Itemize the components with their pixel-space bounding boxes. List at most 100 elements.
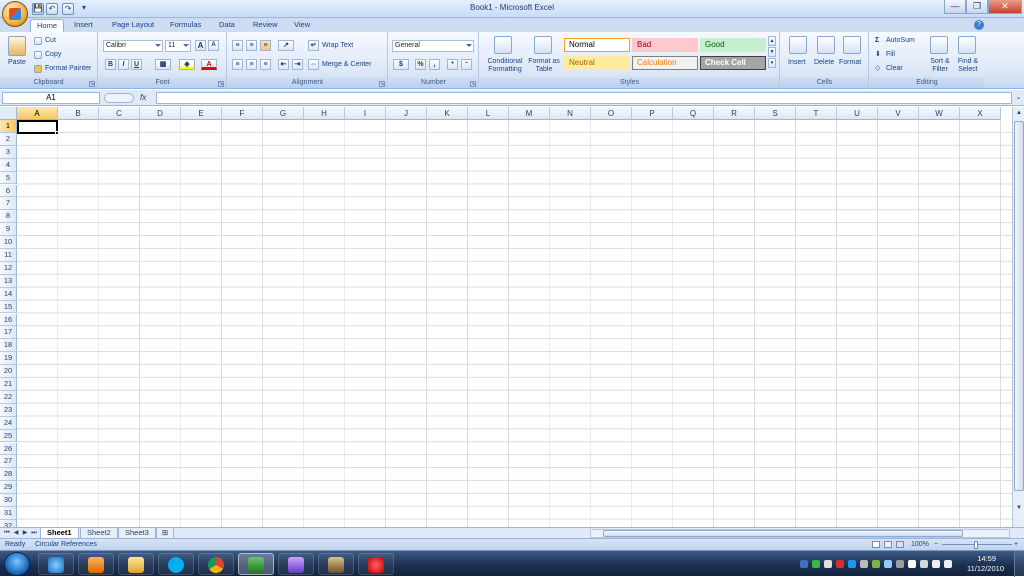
percent-button[interactable]: % — [415, 59, 426, 70]
increase-indent-icon[interactable]: ⇥ — [292, 59, 303, 70]
row-header-24[interactable]: 24 — [0, 416, 17, 430]
column-header-q[interactable]: Q — [673, 107, 714, 120]
row-header-13[interactable]: 13 — [0, 274, 17, 288]
tab-review[interactable]: Review — [247, 19, 284, 32]
style-calculation[interactable]: Calculation — [632, 56, 698, 70]
align-middle-icon[interactable]: ≡ — [246, 40, 257, 51]
column-header-r[interactable]: R — [714, 107, 755, 120]
volume-icon[interactable] — [944, 560, 952, 568]
tray-icon-8[interactable] — [884, 560, 892, 568]
row-header-7[interactable]: 7 — [0, 197, 17, 211]
column-header-f[interactable]: F — [222, 107, 263, 120]
column-header-d[interactable]: D — [140, 107, 181, 120]
row-header-30[interactable]: 30 — [0, 494, 17, 507]
font-name-select[interactable]: Calibri — [103, 40, 163, 52]
row-header-10[interactable]: 10 — [0, 236, 17, 249]
row-header-9[interactable]: 9 — [0, 223, 17, 237]
insert-button[interactable]: Insert — [788, 58, 806, 68]
redo-icon[interactable]: ↷ — [62, 3, 74, 15]
column-header-i[interactable]: I — [345, 107, 386, 120]
tab-data[interactable]: Data — [213, 19, 241, 32]
office-button[interactable] — [2, 1, 28, 27]
decrease-decimal-icon[interactable]: ⁻ — [461, 59, 472, 70]
tab-insert[interactable]: Insert — [68, 19, 99, 32]
tray-icon-9[interactable] — [896, 560, 904, 568]
grow-font-button[interactable]: A — [195, 40, 206, 51]
row-header-1[interactable]: 1 — [0, 120, 17, 133]
cut-icon[interactable] — [34, 37, 42, 45]
format-painter-icon[interactable] — [34, 65, 42, 73]
align-center-icon[interactable]: ≡ — [246, 59, 257, 70]
scroll-up-icon[interactable]: ▲ — [1014, 108, 1024, 119]
undo-icon[interactable]: ↶ — [46, 3, 58, 15]
currency-icon[interactable]: $ — [393, 59, 409, 70]
tray-icon-1[interactable] — [800, 560, 808, 568]
clear-button[interactable]: Clear — [886, 64, 903, 74]
taskbar-excel[interactable] — [238, 553, 274, 575]
tab-view[interactable]: View — [288, 19, 316, 32]
conditional-formatting-icon[interactable] — [494, 36, 512, 54]
vertical-scroll-thumb[interactable] — [1014, 121, 1024, 491]
page-layout-view-icon[interactable] — [884, 541, 892, 548]
taskbar-app-red[interactable] — [358, 553, 394, 575]
format-painter-button[interactable]: Format Painter — [45, 64, 91, 74]
row-header-31[interactable]: 31 — [0, 507, 17, 520]
find-select-button[interactable]: Find & Select — [954, 58, 982, 74]
column-header-o[interactable]: O — [591, 107, 632, 120]
normal-view-icon[interactable] — [872, 541, 880, 548]
maximize-button[interactable]: ❐ — [966, 0, 988, 14]
column-header-n[interactable]: N — [550, 107, 591, 120]
column-header-w[interactable]: W — [919, 107, 960, 120]
column-header-a[interactable]: A — [17, 107, 58, 120]
row-header-20[interactable]: 20 — [0, 365, 17, 378]
font-size-select[interactable]: 11 — [165, 40, 191, 52]
italic-button[interactable]: I — [118, 59, 129, 70]
orientation-icon[interactable]: ↗ — [278, 40, 294, 51]
delete-cells-icon[interactable] — [817, 36, 835, 54]
styles-scroll-up-icon[interactable]: ▲ — [768, 36, 776, 46]
delete-button[interactable]: Delete — [814, 58, 834, 68]
tray-icon-3[interactable] — [824, 560, 832, 568]
row-header-16[interactable]: 16 — [0, 313, 17, 327]
comma-button[interactable]: , — [429, 59, 440, 70]
underline-button[interactable]: U — [131, 59, 142, 70]
clock-date[interactable]: 11/12/2010 — [967, 564, 1004, 573]
taskbar-chrome[interactable] — [198, 553, 234, 575]
prev-sheet-icon[interactable]: ◀ — [12, 529, 20, 537]
font-launcher-icon[interactable]: ↘ — [218, 81, 224, 87]
column-header-e[interactable]: E — [181, 107, 222, 120]
tray-icon-4[interactable] — [836, 560, 844, 568]
network-icon[interactable] — [932, 560, 940, 568]
tray-icon-7[interactable] — [872, 560, 880, 568]
row-header-6[interactable]: 6 — [0, 184, 17, 198]
number-launcher-icon[interactable]: ↘ — [470, 81, 476, 87]
styles-scroll-down-icon[interactable]: ▼ — [768, 47, 776, 57]
bluetooth-icon[interactable] — [848, 560, 856, 568]
insert-function-icon[interactable]: fx — [140, 93, 146, 102]
column-header-l[interactable]: L — [468, 107, 509, 120]
vertical-scrollbar[interactable]: ▲ ▼ — [1012, 107, 1024, 527]
column-header-b[interactable]: B — [58, 107, 99, 120]
alignment-launcher-icon[interactable]: ↘ — [379, 81, 385, 87]
fill-handle[interactable] — [55, 131, 59, 135]
paste-icon[interactable] — [8, 36, 26, 56]
close-button[interactable]: ✕ — [988, 0, 1022, 14]
column-header-p[interactable]: P — [632, 107, 673, 120]
tray-icon-2[interactable] — [812, 560, 820, 568]
row-header-12[interactable]: 12 — [0, 261, 17, 275]
page-break-view-icon[interactable] — [896, 541, 904, 548]
worksheet-grid[interactable]: ABCDEFGHIJKLMNOPQRSTUVWX 1 2 3 4 5 6 7 8 9 10 11 12… — [0, 107, 1012, 527]
shrink-font-button[interactable]: A — [208, 40, 219, 51]
formula-input[interactable] — [156, 92, 1012, 104]
taskbar-app-figure[interactable] — [318, 553, 354, 575]
show-desktop-button[interactable] — [1014, 551, 1024, 577]
start-button[interactable] — [4, 552, 30, 576]
next-sheet-icon[interactable]: ▶ — [21, 529, 29, 537]
style-check-cell[interactable]: Check Cell — [700, 56, 766, 70]
row-header-2[interactable]: 2 — [0, 132, 17, 146]
wrap-text-button[interactable]: Wrap Text — [322, 41, 353, 51]
row-header-19[interactable]: 19 — [0, 352, 17, 366]
borders-icon[interactable]: ▦ — [155, 59, 171, 70]
row-header-14[interactable]: 14 — [0, 287, 17, 301]
flag-icon[interactable] — [908, 560, 916, 568]
